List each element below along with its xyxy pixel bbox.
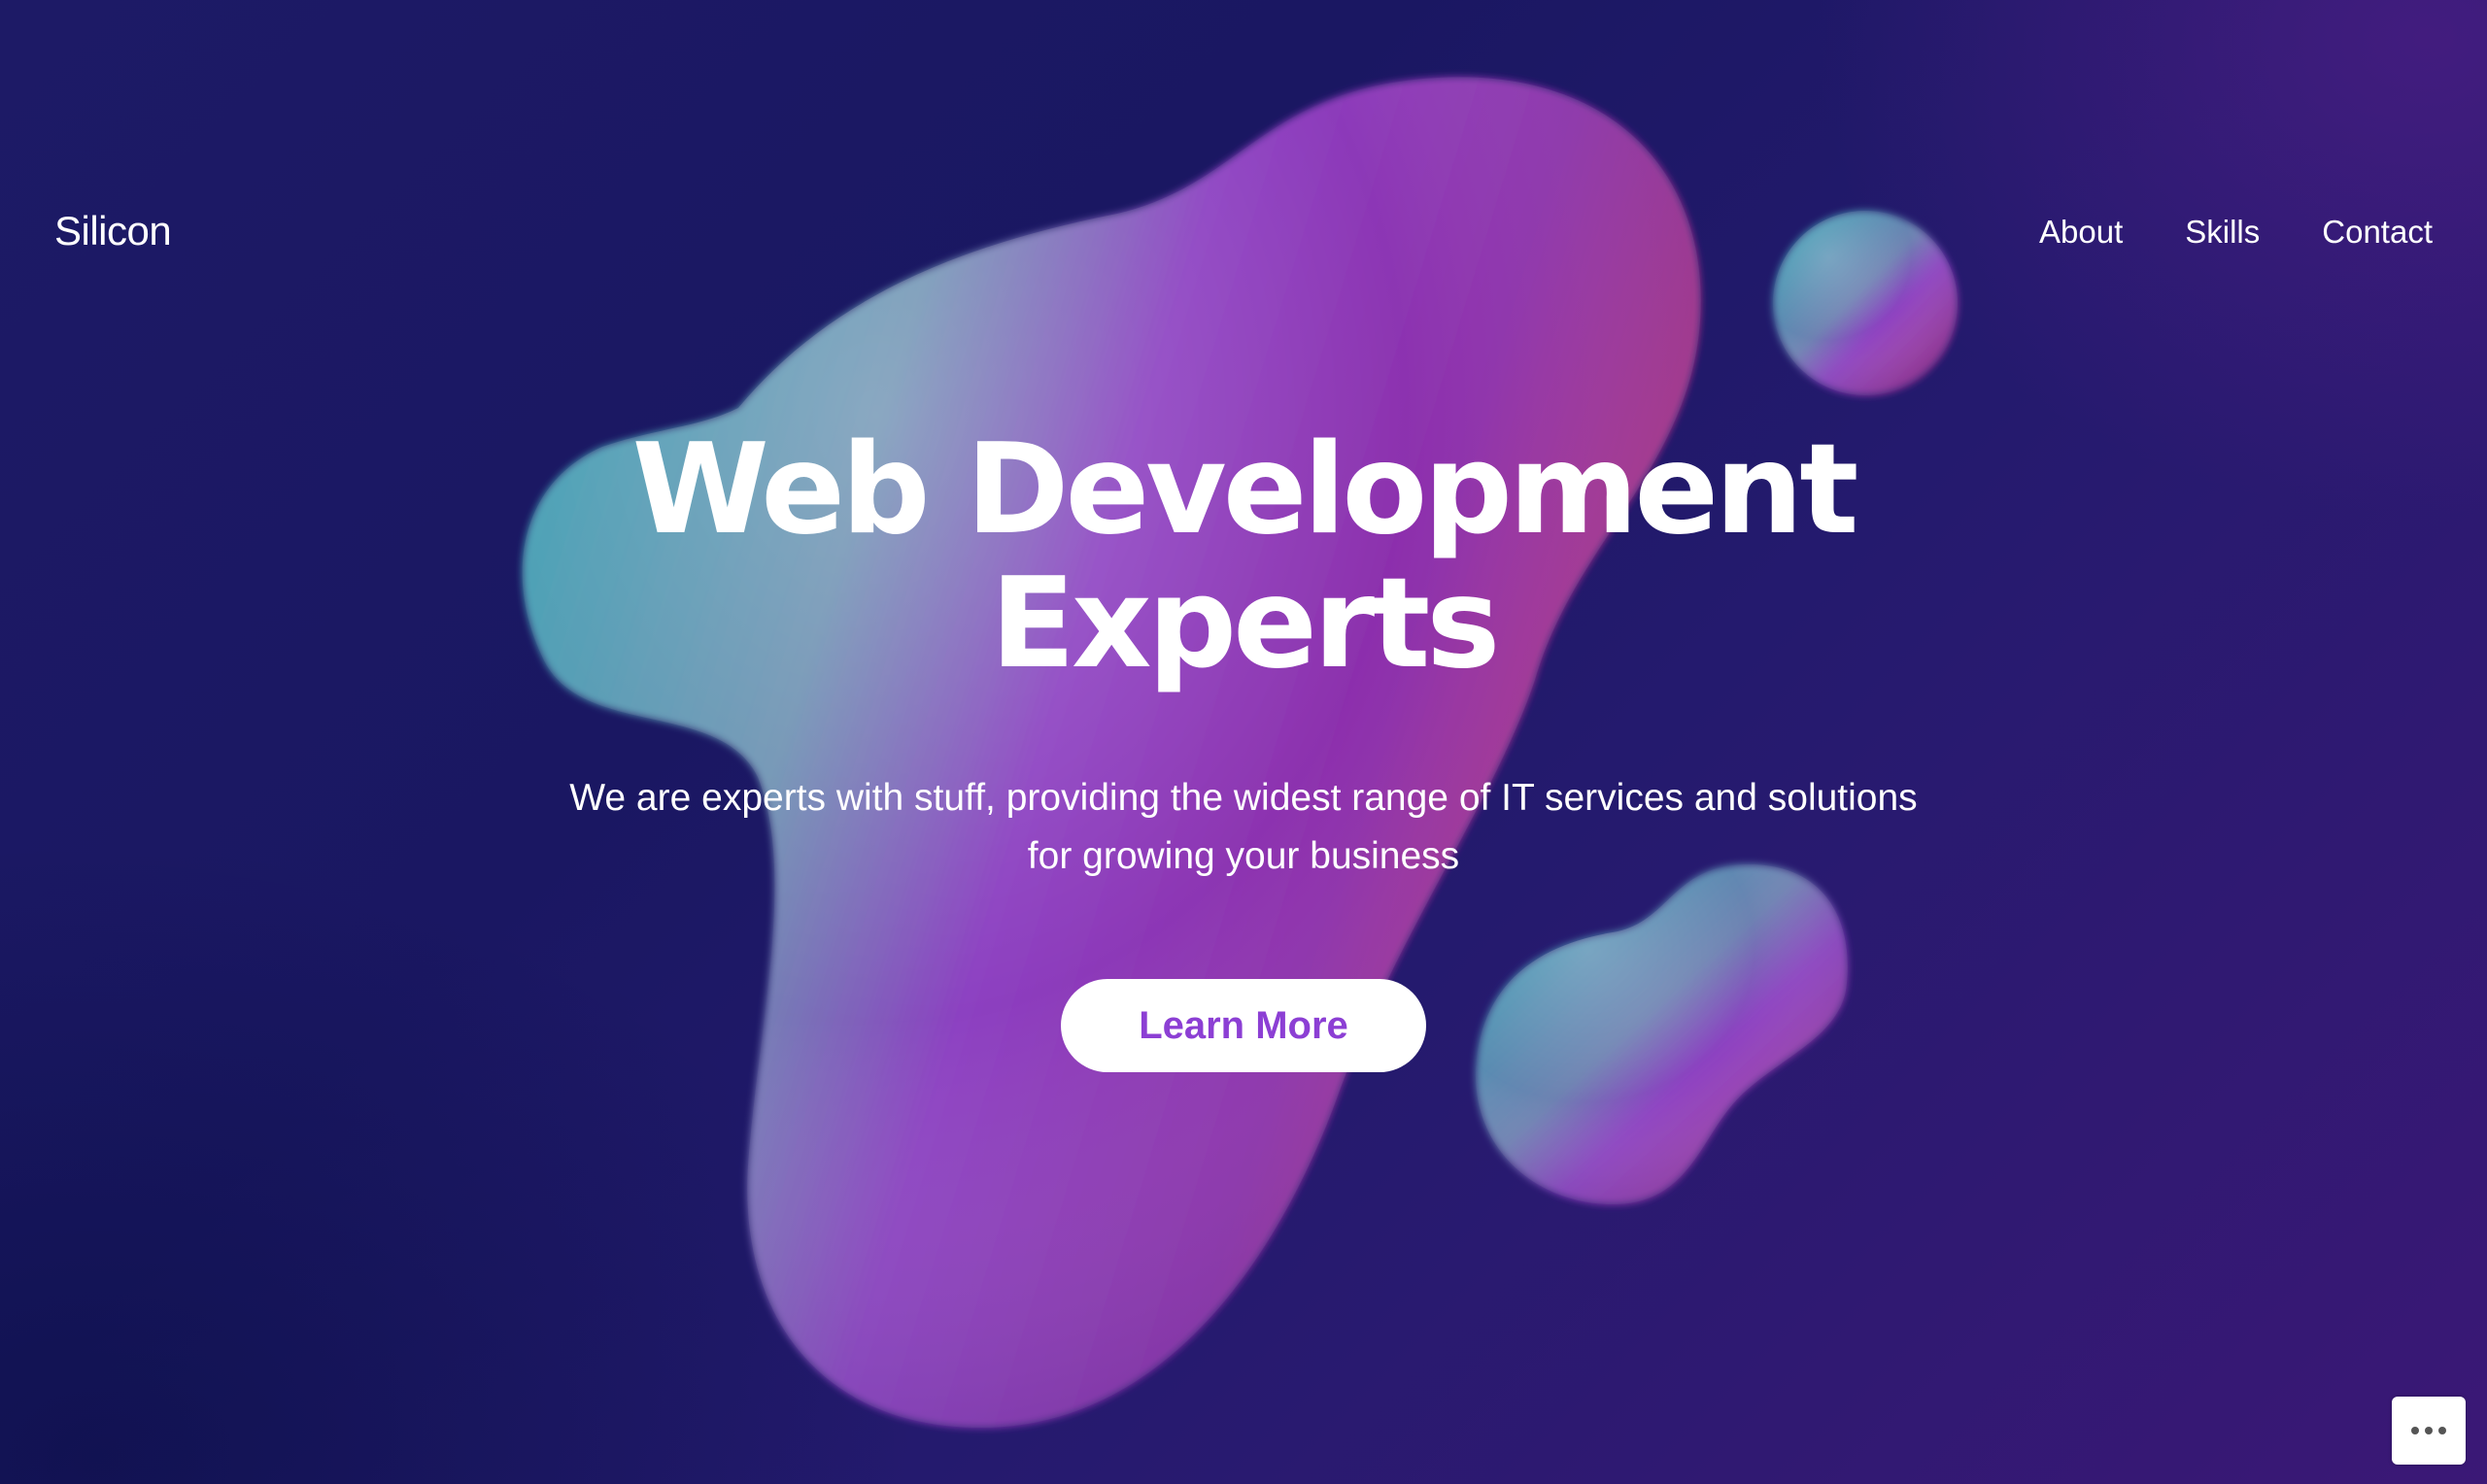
nav-link-skills[interactable]: Skills	[2185, 214, 2260, 251]
hero-subtitle-line-1: We are experts with stuff, providing the…	[569, 777, 1918, 819]
learn-more-button[interactable]: Learn More	[1061, 979, 1426, 1072]
small-round-blob	[1773, 211, 1958, 395]
nav-link-about[interactable]: About	[2039, 214, 2123, 251]
site-logo[interactable]: Silicon	[54, 208, 172, 254]
hero-subtitle: We are experts with stuff, providing the…	[515, 769, 1972, 886]
more-horizontal-icon	[2411, 1427, 2446, 1434]
hero-section: Web Development Experts We are experts w…	[0, 423, 2487, 1072]
hero-subtitle-line-2: for growing your business	[1027, 835, 1460, 877]
hero-title: Web Development Experts	[0, 423, 2487, 691]
more-options-button[interactable]	[2392, 1397, 2466, 1465]
hero-title-line-2: Experts	[990, 552, 1501, 696]
main-nav: About Skills Contact	[2039, 214, 2433, 251]
hero-title-line-1: Web Development	[631, 418, 1859, 562]
nav-link-contact[interactable]: Contact	[2322, 214, 2433, 251]
